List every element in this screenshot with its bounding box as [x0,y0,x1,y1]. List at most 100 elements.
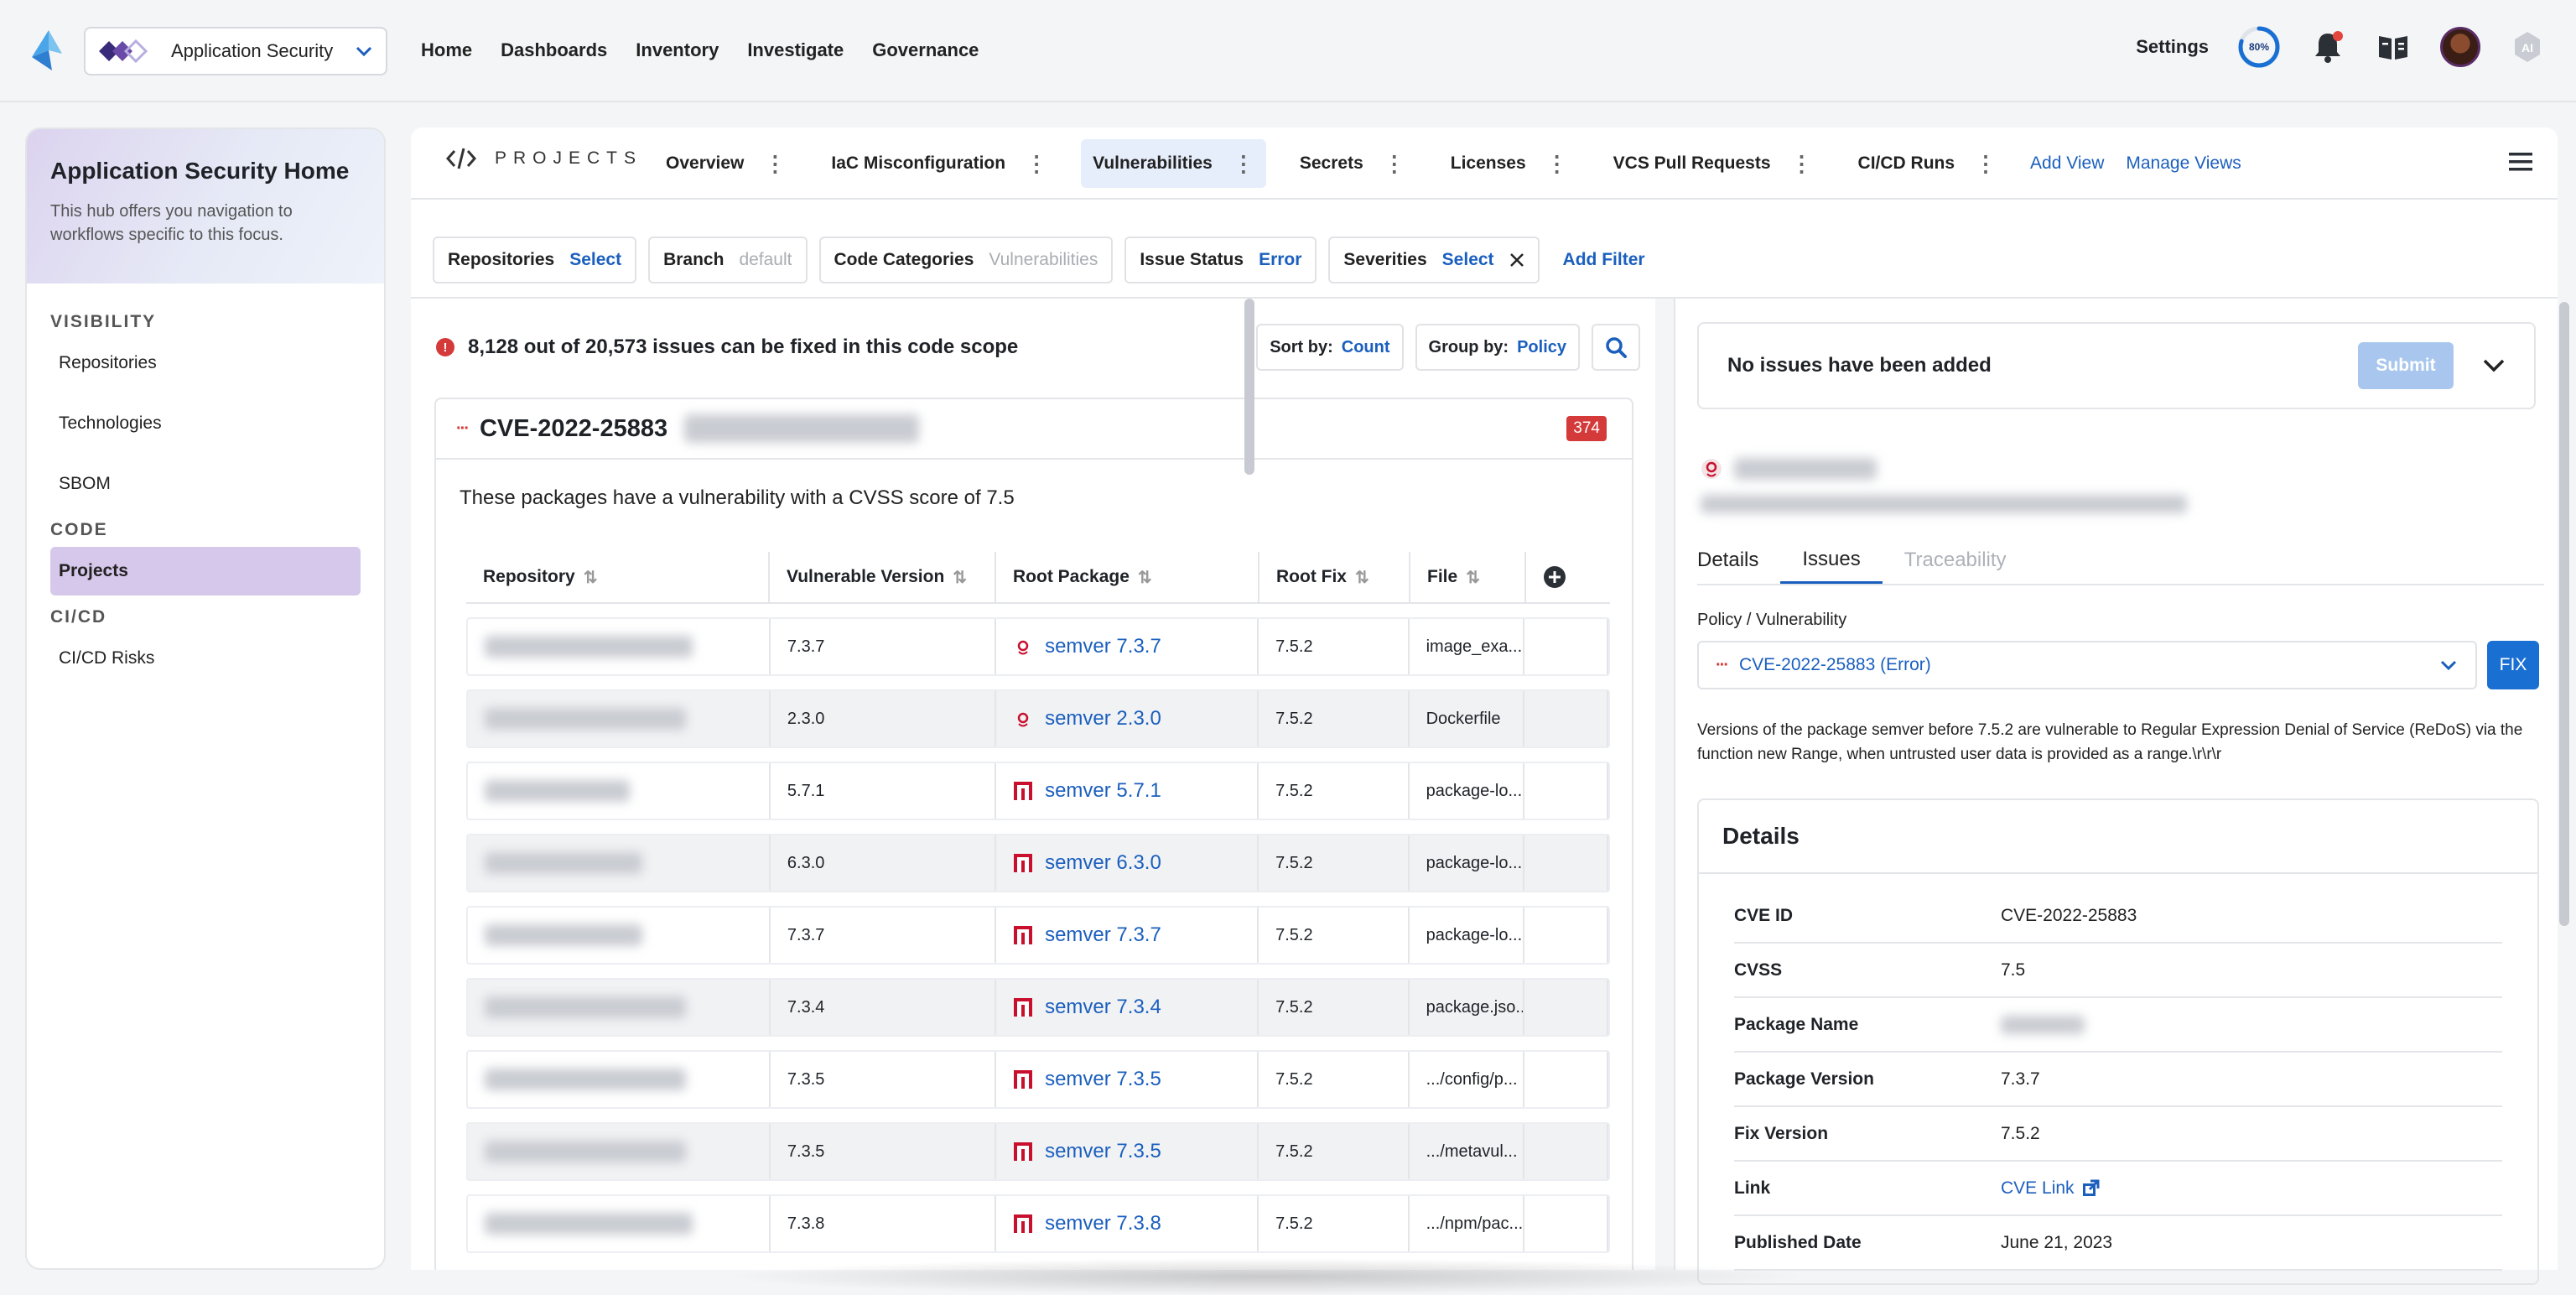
vulnerable-version-cell: 7.3.8 [771,1196,997,1251]
table-row[interactable]: 2.3.0 semver 2.3.0 7.5.2 Dockerfile [466,689,1610,748]
nav-investigate[interactable]: Investigate [737,27,854,74]
sort-icon[interactable]: ⇅ [1138,567,1152,588]
root-package-link[interactable]: semver 7.3.4 [1013,996,1161,1019]
nav-governance[interactable]: Governance [862,27,989,74]
kebab-menu-icon[interactable]: ⋮ [764,153,786,174]
add-view-link[interactable]: Add View [2030,153,2104,174]
docs-book-icon[interactable] [2375,29,2412,65]
detail-scrollbar[interactable] [2559,302,2569,926]
kebab-menu-icon[interactable]: ⋮ [1546,153,1568,174]
nav-inventory[interactable]: Inventory [626,27,729,74]
table-row[interactable]: 6.3.0 semver 6.3.0 7.5.2 package-lo... [466,834,1610,892]
workspace-selector[interactable]: Application Security [84,27,387,75]
cve-group-header[interactable]: ··· CVE-2022-25883 374 [436,399,1632,460]
tab-vulnerabilities[interactable]: Vulnerabilities ⋮ [1081,139,1266,188]
user-avatar[interactable] [2440,27,2480,67]
filter-issue-status[interactable]: Issue Status Error [1124,237,1317,283]
table-row[interactable]: 7.3.5 semver 7.3.5 7.5.2 .../metavul... [466,1122,1610,1181]
file-cell: package.jso... [1410,980,1525,1035]
column-root-package[interactable]: Root Package ⇅ [996,552,1259,602]
column-vulnerable-version[interactable]: Vulnerable Version ⇅ [770,552,996,602]
tab-traceability[interactable]: Traceability [1883,537,2028,584]
filter-value: Vulnerabilities [989,250,1098,269]
filter-repositories[interactable]: Repositories Select [433,237,637,283]
table-row[interactable]: 7.3.7 semver 7.3.7 7.5.2 package-lo... [466,906,1610,965]
progress-ring[interactable]: 80% [2237,25,2281,69]
code-brackets-icon [446,148,476,169]
root-package-link[interactable]: semver 7.3.8 [1013,1212,1161,1235]
nav-home[interactable]: Home [411,27,482,74]
search-button[interactable] [1592,324,1640,371]
root-package-link[interactable]: semver 2.3.0 [1013,707,1161,731]
filter-branch[interactable]: Branch default [648,237,808,283]
table-row[interactable]: 7.3.7 semver 7.3.7 7.5.2 image_exa... [466,617,1610,676]
column-file[interactable]: File ⇅ [1410,552,1526,602]
tab-issues[interactable]: Issues [1780,537,1883,584]
tab-licenses[interactable]: Licenses ⋮ [1439,139,1580,188]
sort-icon[interactable]: ⇅ [1355,567,1369,588]
notifications-bell-icon[interactable] [2309,29,2346,65]
sort-icon[interactable]: ⇅ [1466,567,1480,588]
sort-by-dropdown[interactable]: Sort by: Count [1256,324,1404,371]
kebab-menu-icon[interactable]: ⋮ [1975,153,1997,174]
list-scrollbar[interactable] [1244,299,1254,475]
tab-vcs-pull-requests[interactable]: VCS Pull Requests ⋮ [1602,139,1825,188]
add-filter-button[interactable]: Add Filter [1563,250,1645,270]
policy-vulnerability-select[interactable]: ··· CVE-2022-25883 (Error) [1697,641,2477,689]
table-row[interactable]: 7.3.4 semver 7.3.4 7.5.2 package.jso... [466,978,1610,1037]
submit-button[interactable]: Submit [2358,342,2454,389]
hamburger-menu-icon[interactable] [2509,153,2532,171]
sidebar-item-repositories[interactable]: Repositories [50,339,361,387]
root-package-link[interactable]: semver 6.3.0 [1013,851,1161,875]
kebab-menu-icon[interactable]: ⋮ [1791,153,1813,174]
sidebar-section-code: CODE [50,520,108,539]
fix-button[interactable]: FIX [2487,641,2539,689]
root-package-link[interactable]: semver 7.3.7 [1013,635,1161,658]
manage-views-link[interactable]: Manage Views [2126,153,2241,174]
settings-link[interactable]: Settings [2136,36,2209,58]
app-logo-icon[interactable] [29,29,65,72]
column-repository[interactable]: Repository ⇅ [466,552,770,602]
tab-iac-misconfiguration[interactable]: IaC Misconfiguration ⋮ [819,139,1059,188]
sidebar-section-cicd: CI/CD [50,607,107,627]
sort-icon[interactable]: ⇅ [953,567,967,588]
tab-overview[interactable]: Overview ⋮ [654,139,797,188]
root-package-link[interactable]: semver 7.3.5 [1013,1068,1161,1091]
nav-dashboards[interactable]: Dashboards [491,27,617,74]
kebab-menu-icon[interactable]: ⋮ [1384,153,1405,174]
root-package-link[interactable]: semver 7.3.5 [1013,1140,1161,1163]
sidebar-item-cicd-risks[interactable]: CI/CD Risks [50,634,361,683]
root-package-link[interactable]: semver 5.7.1 [1013,779,1161,803]
cve-link[interactable]: CVE Link [2001,1178,2100,1199]
sort-icon[interactable]: ⇅ [584,567,598,588]
tab-secrets[interactable]: Secrets ⋮ [1288,139,1417,188]
sidebar-item-sbom[interactable]: SBOM [50,460,361,508]
sidebar-item-projects[interactable]: Projects [50,547,361,595]
tab-cicd-runs[interactable]: CI/CD Runs ⋮ [1846,139,2009,188]
root-package-link[interactable]: semver 7.3.7 [1013,923,1161,947]
policy-vulnerability-label: Policy / Vulnerability [1697,611,1847,629]
add-column-button[interactable] [1526,552,1610,602]
file-cell: Dockerfile [1410,691,1525,746]
column-root-fix[interactable]: Root Fix ⇅ [1259,552,1410,602]
close-icon[interactable] [1509,252,1524,268]
sidebar-item-technologies[interactable]: Technologies [50,399,361,448]
npm-icon [1013,997,1033,1017]
chevron-down-icon [2440,660,2457,671]
npm-icon [1013,853,1033,873]
policy-vulnerability-value: CVE-2022-25883 (Error) [1738,655,1931,674]
group-by-dropdown[interactable]: Group by: Policy [1415,324,1580,371]
table-row[interactable]: 5.7.1 semver 5.7.1 7.5.2 package-lo... [466,762,1610,820]
vulnerable-version-cell: 7.3.4 [771,980,997,1035]
chevron-down-icon[interactable] [2482,358,2506,373]
table-row[interactable]: 7.3.5 semver 7.3.5 7.5.2 .../config/p... [466,1050,1610,1109]
ai-assistant-icon[interactable]: AI [2509,29,2546,65]
kebab-menu-icon[interactable]: ⋮ [1233,153,1254,174]
filter-code-categories[interactable]: Code Categories Vulnerabilities [818,237,1114,283]
debian-icon [1013,709,1033,729]
kebab-menu-icon[interactable]: ⋮ [1026,153,1047,174]
tab-details[interactable]: Details [1697,537,1780,584]
tab-label: Overview [666,153,745,173]
filter-severities[interactable]: Severities Select [1328,237,1540,283]
table-row[interactable]: 7.3.8 semver 7.3.8 7.5.2 .../npm/pac... [466,1194,1610,1253]
